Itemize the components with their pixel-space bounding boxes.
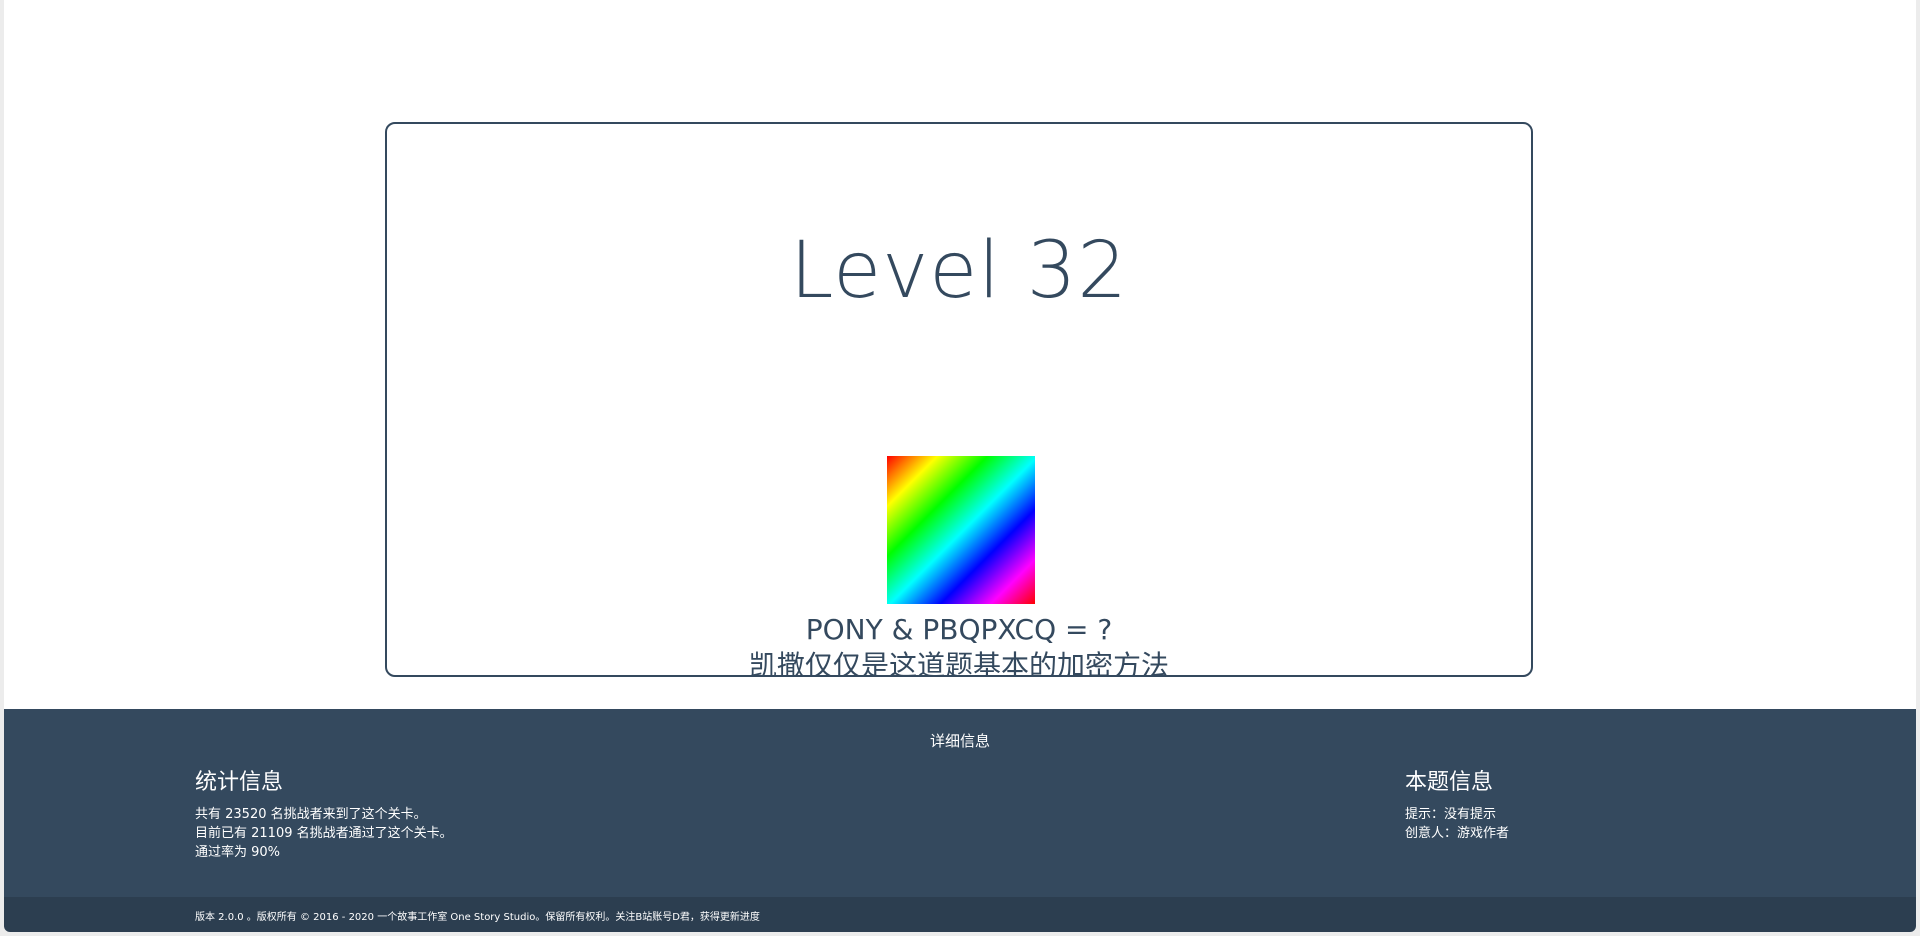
stats-section: 统计信息 共有 23520 名挑战者来到了这个关卡。 目前已有 21109 名挑… — [195, 770, 453, 862]
footer: 详细信息 统计信息 共有 23520 名挑战者来到了这个关卡。 目前已有 211… — [4, 709, 1916, 897]
stats-pass-rate: 通过率为 90% — [195, 845, 281, 861]
stats-passed: 目前已有 21109 名挑战者通过了这个关卡。 — [195, 826, 453, 842]
stats-visitors: 共有 23520 名挑战者来到了这个关卡。 — [195, 807, 427, 823]
puzzle-info-section: 本题信息 提示：没有提示 创意人：游戏作者 — [1405, 770, 1510, 843]
puzzle-hint: 提示：没有提示 — [1405, 807, 1497, 823]
puzzle-info-title: 本题信息 — [1405, 770, 1494, 795]
puzzle-subtitle: 凯撒仅仅是这道题基本的加密方法 — [748, 649, 1169, 677]
level-title: Level 32 — [790, 226, 1128, 316]
puzzle-creator: 创意人：游戏作者 — [1405, 826, 1510, 842]
footer-heading: 详细信息 — [929, 732, 990, 750]
page-frame: Level 32 PONY & PBQPXCQ = ? 凯撒仅仅是这道题基本的加… — [4, 0, 1916, 932]
puzzle-image — [887, 456, 1035, 604]
stats-title: 统计信息 — [195, 770, 284, 795]
copyright-text: 版本 2.0.0 。版权所有 © 2016 - 2020 一个故事工作室 One… — [195, 912, 760, 923]
level-card: Level 32 PONY & PBQPXCQ = ? 凯撒仅仅是这道题基本的加… — [385, 122, 1533, 677]
puzzle-equation: PONY & PBQPXCQ = ? — [805, 613, 1113, 646]
copyright-bar: 版本 2.0.0 。版权所有 © 2016 - 2020 一个故事工作室 One… — [4, 897, 1916, 932]
